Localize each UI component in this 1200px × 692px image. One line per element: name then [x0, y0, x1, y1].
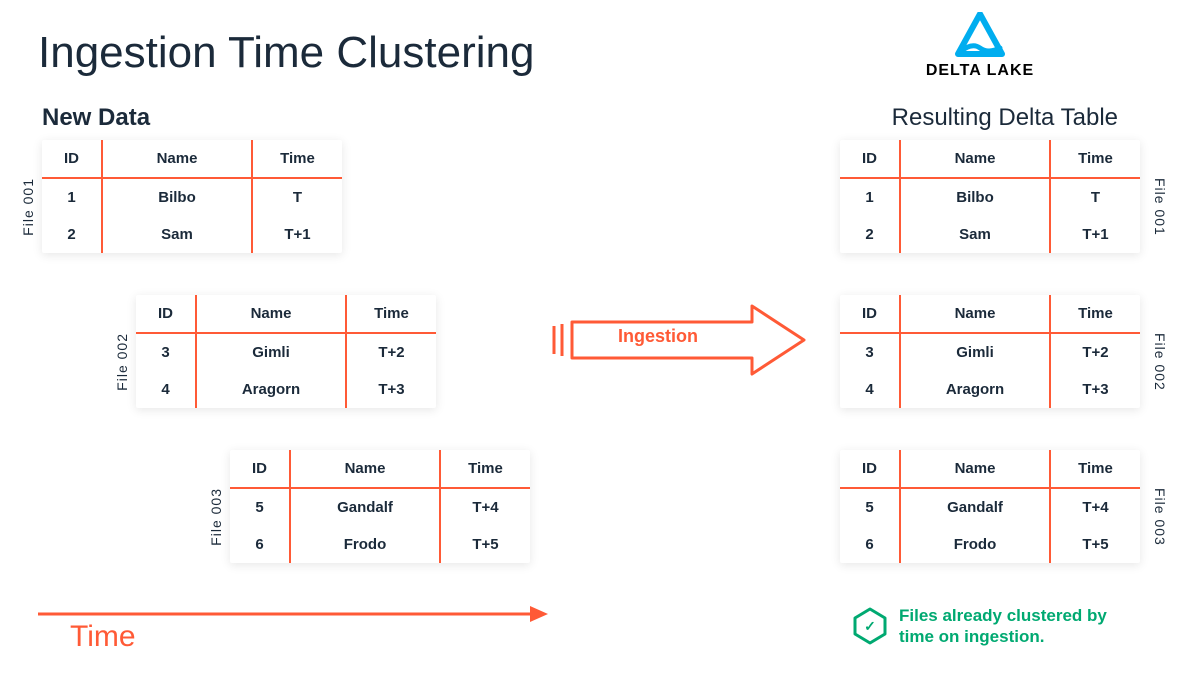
cell-name: Gandalf [290, 488, 440, 526]
cell-name: Sam [102, 216, 252, 253]
col-id: ID [230, 450, 290, 488]
cell-name: Aragorn [196, 371, 346, 408]
result-card-2: ID Name Time 3 Gimli T+2 4 Aragorn T+3 [840, 295, 1140, 408]
cell-time: T+4 [440, 488, 530, 526]
cell-time: T [1050, 178, 1140, 216]
cell-id: 2 [840, 216, 900, 253]
cell-time: T+2 [1050, 333, 1140, 371]
cell-time: T+4 [1050, 488, 1140, 526]
result-card-1: ID Name Time 1 Bilbo T 2 Sam T+1 [840, 140, 1140, 253]
table-row: 6 Frodo T+5 [840, 526, 1140, 563]
file-label-right-1: File 001 [1152, 178, 1168, 236]
col-time: Time [1050, 295, 1140, 333]
cell-id: 5 [230, 488, 290, 526]
success-callout: ✓ Files already clustered by time on ing… [853, 605, 1139, 648]
cell-id: 4 [840, 371, 900, 408]
hexagon-check-icon: ✓ [853, 607, 887, 645]
time-axis-label: Time [70, 620, 136, 654]
col-name: Name [196, 295, 346, 333]
cell-name: Bilbo [102, 178, 252, 216]
cell-id: 2 [42, 216, 102, 253]
file-label-right-3: File 003 [1152, 488, 1168, 546]
cell-time: T+3 [346, 371, 436, 408]
col-id: ID [136, 295, 196, 333]
new-data-card-3: ID Name Time 5 Gandalf T+4 6 Frodo T+5 [230, 450, 530, 563]
cell-name: Frodo [900, 526, 1050, 563]
cell-id: 6 [840, 526, 900, 563]
col-name: Name [102, 140, 252, 178]
table-row: 3 Gimli T+2 [840, 333, 1140, 371]
new-data-card-1: ID Name Time 1 Bilbo T 2 Sam T+1 [42, 140, 342, 253]
ingestion-arrow-label: Ingestion [618, 326, 698, 347]
new-data-heading: New Data [42, 104, 150, 132]
cell-id: 1 [840, 178, 900, 216]
cell-time: T+5 [440, 526, 530, 563]
table-row: 1 Bilbo T [840, 178, 1140, 216]
cell-time: T+1 [252, 216, 342, 253]
cell-id: 1 [42, 178, 102, 216]
col-time: Time [252, 140, 342, 178]
cell-id: 6 [230, 526, 290, 563]
file-label-left-1: File 001 [20, 178, 36, 236]
col-time: Time [440, 450, 530, 488]
col-time: Time [346, 295, 436, 333]
cell-time: T+1 [1050, 216, 1140, 253]
delta-lake-triangle-icon [952, 12, 1008, 60]
data-table: ID Name Time 5 Gandalf T+4 6 Frodo T+5 [840, 450, 1140, 563]
callout-text: Files already clustered by time on inges… [899, 605, 1139, 648]
table-row: 2 Sam T+1 [840, 216, 1140, 253]
delta-lake-logo-text: DELTA LAKE [880, 62, 1080, 80]
data-table: ID Name Time 1 Bilbo T 2 Sam T+1 [42, 140, 342, 253]
col-id: ID [42, 140, 102, 178]
cell-time: T [252, 178, 342, 216]
cell-name: Gimli [900, 333, 1050, 371]
file-label-right-2: File 002 [1152, 333, 1168, 391]
cell-time: T+2 [346, 333, 436, 371]
table-row: 4 Aragorn T+3 [840, 371, 1140, 408]
result-card-3: ID Name Time 5 Gandalf T+4 6 Frodo T+5 [840, 450, 1140, 563]
col-name: Name [290, 450, 440, 488]
col-id: ID [840, 140, 900, 178]
cell-id: 3 [136, 333, 196, 371]
col-name: Name [900, 140, 1050, 178]
cell-time: T+5 [1050, 526, 1140, 563]
new-data-card-2: ID Name Time 3 Gimli T+2 4 Aragorn T+3 [136, 295, 436, 408]
cell-name: Frodo [290, 526, 440, 563]
cell-name: Gimli [196, 333, 346, 371]
cell-name: Gandalf [900, 488, 1050, 526]
cell-id: 4 [136, 371, 196, 408]
cell-name: Aragorn [900, 371, 1050, 408]
col-name: Name [900, 295, 1050, 333]
col-time: Time [1050, 140, 1140, 178]
cell-id: 3 [840, 333, 900, 371]
file-label-left-2: File 002 [114, 333, 130, 391]
data-table: ID Name Time 3 Gimli T+2 4 Aragorn T+3 [840, 295, 1140, 408]
data-table: ID Name Time 5 Gandalf T+4 6 Frodo T+5 [230, 450, 530, 563]
data-table: ID Name Time 3 Gimli T+2 4 Aragorn T+3 [136, 295, 436, 408]
cell-name: Bilbo [900, 178, 1050, 216]
col-name: Name [900, 450, 1050, 488]
table-row: 1 Bilbo T [42, 178, 342, 216]
col-id: ID [840, 295, 900, 333]
page-title: Ingestion Time Clustering [38, 28, 534, 78]
table-row: 6 Frodo T+5 [230, 526, 530, 563]
delta-lake-logo: DELTA LAKE [880, 12, 1080, 80]
file-label-left-3: File 003 [208, 488, 224, 546]
cell-time: T+3 [1050, 371, 1140, 408]
cell-name: Sam [900, 216, 1050, 253]
svg-text:✓: ✓ [864, 618, 876, 634]
table-row: 5 Gandalf T+4 [840, 488, 1140, 526]
col-time: Time [1050, 450, 1140, 488]
table-row: 4 Aragorn T+3 [136, 371, 436, 408]
resulting-table-heading: Resulting Delta Table [892, 104, 1118, 132]
cell-id: 5 [840, 488, 900, 526]
table-row: 5 Gandalf T+4 [230, 488, 530, 526]
data-table: ID Name Time 1 Bilbo T 2 Sam T+1 [840, 140, 1140, 253]
table-row: 3 Gimli T+2 [136, 333, 436, 371]
col-id: ID [840, 450, 900, 488]
table-row: 2 Sam T+1 [42, 216, 342, 253]
